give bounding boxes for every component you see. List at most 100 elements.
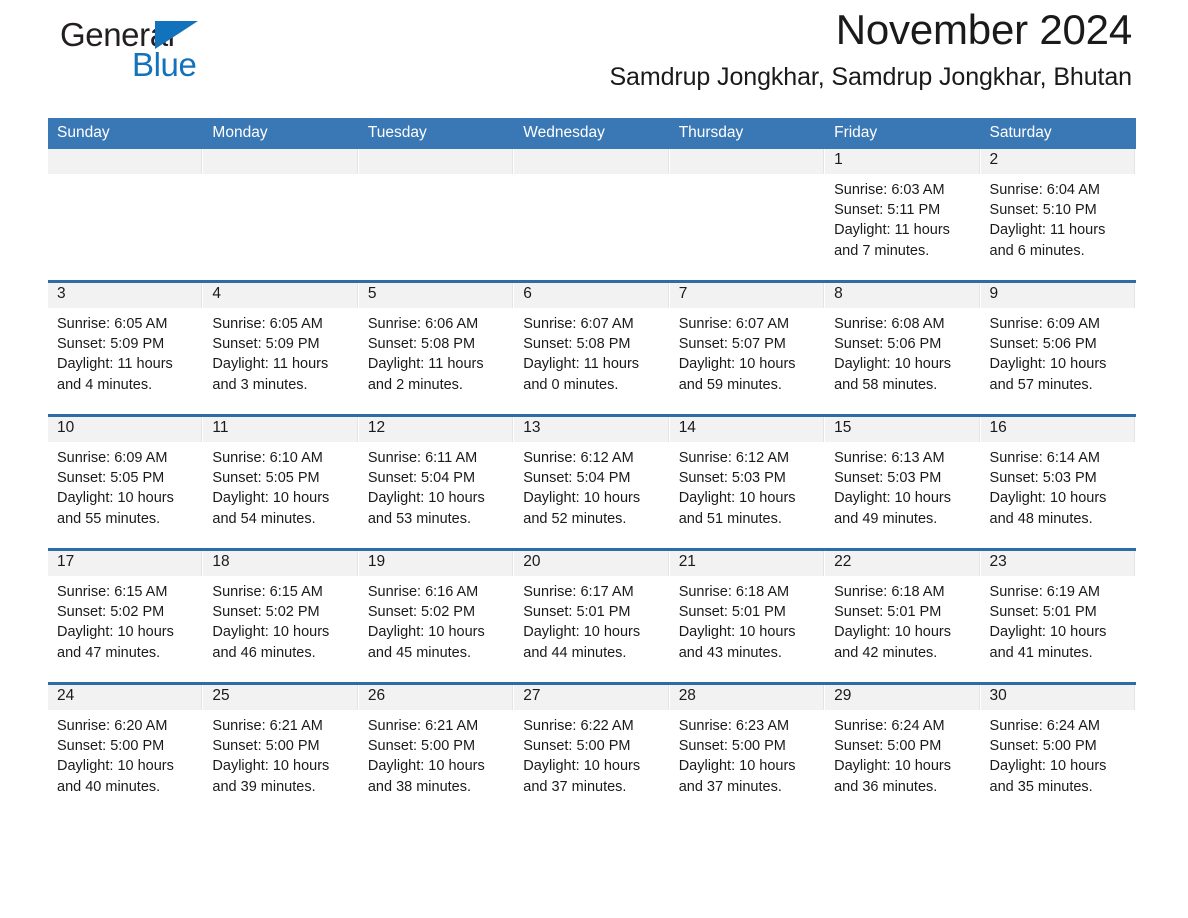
sunrise-text: Sunrise: 6:16 AM: [367, 584, 479, 600]
sunset-text: Sunset: 5:01 PM: [678, 604, 786, 621]
sunrise-text: Sunrise: 6:07 AM: [523, 316, 634, 332]
calendar-day-cell[interactable]: 23 Sunrise: 6:19 AM Sunset: 5:01 PM Dayligh…: [980, 551, 1136, 682]
page-title: November 2024: [835, 6, 1132, 53]
daylight-text-line2: and 2 minutes.: [367, 376, 463, 393]
calendar-day-cell[interactable]: 28 Sunrise: 6:23 AM Sunset: 5:00 PM Dayligh…: [669, 685, 826, 816]
sunrise-text: Sunrise: 6:05 AM: [212, 316, 323, 332]
sunrise-text: Sunrise: 6:22 AM: [523, 718, 634, 734]
day-details: Sunrise: 6:15 AM Sunset: 5:02 PM Daylight:…: [48, 576, 202, 663]
sunset-text: Sunset: 5:00 PM: [834, 738, 942, 755]
daylight-text-line1: Daylight: 10 hours: [367, 758, 485, 775]
calendar-week-row: 10 Sunrise: 6:09 AM Sunset: 5:05 PM Dayligh…: [48, 414, 1136, 550]
sunrise-text: Sunrise: 6:05 AM: [57, 316, 168, 332]
day-number: 8: [825, 283, 980, 308]
daylight-text-line1: Daylight: 10 hours: [989, 758, 1107, 775]
sunrise-text: Sunrise: 6:15 AM: [57, 584, 168, 600]
calendar-day-cell[interactable]: 27 Sunrise: 6:22 AM Sunset: 5:00 PM Dayligh…: [514, 685, 670, 816]
weekday-header-sunday: Sunday: [48, 118, 204, 149]
calendar-day-cell[interactable]: 12 Sunrise: 6:11 AM Sunset: 5:04 PM Dayligh…: [358, 417, 515, 548]
calendar-day-cell[interactable]: 13 Sunrise: 6:12 AM Sunset: 5:04 PM Dayligh…: [514, 417, 670, 548]
calendar-day-cell[interactable]: 19 Sunrise: 6:16 AM Sunset: 5:02 PM Dayligh…: [358, 551, 515, 682]
calendar-day-cell[interactable]: 14 Sunrise: 6:12 AM Sunset: 5:03 PM Dayligh…: [669, 417, 826, 548]
calendar-day-cell[interactable]: 5 Sunrise: 6:06 AM Sunset: 5:08 PM Daylight…: [358, 283, 515, 414]
calendar-cell-empty: [514, 149, 670, 280]
day-details: Sunrise: 6:05 AM Sunset: 5:09 PM Daylight:…: [203, 308, 357, 395]
day-details: Sunrise: 6:03 AM Sunset: 5:11 PM Daylight:…: [825, 174, 979, 261]
daylight-text-line2: and 54 minutes.: [212, 510, 316, 527]
sunset-text: Sunset: 5:00 PM: [678, 738, 786, 755]
sunrise-text: Sunrise: 6:10 AM: [212, 450, 323, 466]
day-number: [669, 149, 825, 174]
calendar-cell-empty: [203, 149, 359, 280]
day-number: 5: [358, 283, 514, 308]
daylight-text-line1: Daylight: 10 hours: [989, 490, 1107, 507]
daylight-text-line1: Daylight: 10 hours: [834, 758, 951, 775]
daylight-text-line2: and 37 minutes.: [523, 778, 627, 795]
calendar-cell-empty: [358, 149, 515, 280]
calendar-day-cell[interactable]: 21 Sunrise: 6:18 AM Sunset: 5:01 PM Dayligh…: [669, 551, 826, 682]
daylight-text-line1: Daylight: 11 hours: [523, 356, 640, 373]
calendar-day-cell[interactable]: 10 Sunrise: 6:09 AM Sunset: 5:05 PM Dayligh…: [48, 417, 204, 548]
sunset-text: Sunset: 5:01 PM: [834, 604, 942, 621]
calendar-day-cell[interactable]: 15 Sunrise: 6:13 AM Sunset: 5:03 PM Dayligh…: [825, 417, 981, 548]
calendar-week-row: 17 Sunrise: 6:15 AM Sunset: 5:02 PM Dayligh…: [48, 548, 1136, 684]
day-details: Sunrise: 6:19 AM Sunset: 5:01 PM Daylight:…: [981, 576, 1135, 663]
calendar-day-cell[interactable]: 8 Sunrise: 6:08 AM Sunset: 5:06 PM Daylight…: [825, 283, 981, 414]
calendar-day-cell[interactable]: 29 Sunrise: 6:24 AM Sunset: 5:00 PM Dayligh…: [825, 685, 981, 816]
calendar-day-cell[interactable]: 11 Sunrise: 6:10 AM Sunset: 5:05 PM Dayligh…: [203, 417, 359, 548]
daylight-text-line1: Daylight: 10 hours: [834, 624, 951, 641]
calendar-day-cell[interactable]: 3 Sunrise: 6:05 AM Sunset: 5:09 PM Daylight…: [48, 283, 204, 414]
daylight-text-line1: Daylight: 10 hours: [523, 758, 641, 775]
sunrise-text: Sunrise: 6:13 AM: [834, 450, 945, 466]
calendar-day-cell[interactable]: 16 Sunrise: 6:14 AM Sunset: 5:03 PM Dayligh…: [980, 417, 1136, 548]
sunset-text: Sunset: 5:06 PM: [834, 336, 942, 353]
sunset-text: Sunset: 5:09 PM: [212, 336, 320, 353]
daylight-text-line2: and 55 minutes.: [57, 510, 161, 527]
calendar-day-cell[interactable]: 30 Sunrise: 6:24 AM Sunset: 5:00 PM Dayligh…: [980, 685, 1136, 816]
day-details: [514, 174, 668, 180]
day-details: Sunrise: 6:21 AM Sunset: 5:00 PM Daylight:…: [359, 710, 513, 797]
sunset-text: Sunset: 5:10 PM: [989, 202, 1097, 219]
calendar-day-cell[interactable]: 9 Sunrise: 6:09 AM Sunset: 5:06 PM Daylight…: [980, 283, 1136, 414]
calendar-day-cell[interactable]: 7 Sunrise: 6:07 AM Sunset: 5:07 PM Daylight…: [669, 283, 826, 414]
day-details: Sunrise: 6:07 AM Sunset: 5:07 PM Daylight:…: [670, 308, 824, 395]
daylight-text-line2: and 46 minutes.: [212, 644, 316, 661]
day-details: [359, 174, 513, 180]
daylight-text-line1: Daylight: 11 hours: [989, 222, 1106, 239]
sunrise-text: Sunrise: 6:18 AM: [678, 584, 790, 600]
calendar-day-cell[interactable]: 22 Sunrise: 6:18 AM Sunset: 5:01 PM Dayligh…: [825, 551, 981, 682]
calendar-table: Sunday Monday Tuesday Wednesday Thursday…: [48, 118, 1136, 816]
calendar-day-cell[interactable]: 18 Sunrise: 6:15 AM Sunset: 5:02 PM Dayligh…: [203, 551, 359, 682]
sunset-text: Sunset: 5:01 PM: [523, 604, 631, 621]
calendar-day-cell[interactable]: 24 Sunrise: 6:20 AM Sunset: 5:00 PM Dayligh…: [48, 685, 204, 816]
daylight-text-line1: Daylight: 11 hours: [212, 356, 329, 373]
calendar-day-cell[interactable]: 2 Sunrise: 6:04 AM Sunset: 5:10 PM Daylight…: [980, 149, 1136, 280]
calendar-day-cell[interactable]: 6 Sunrise: 6:07 AM Sunset: 5:08 PM Daylight…: [514, 283, 670, 414]
sunset-text: Sunset: 5:09 PM: [57, 336, 165, 353]
sunrise-text: Sunrise: 6:20 AM: [57, 718, 168, 734]
day-number: 6: [514, 283, 669, 308]
daylight-text-line2: and 36 minutes.: [834, 778, 938, 795]
weekday-header-tuesday: Tuesday: [358, 118, 515, 149]
calendar-day-cell[interactable]: 26 Sunrise: 6:21 AM Sunset: 5:00 PM Dayligh…: [358, 685, 515, 816]
sunrise-text: Sunrise: 6:12 AM: [523, 450, 634, 466]
sunset-text: Sunset: 5:08 PM: [523, 336, 631, 353]
day-number: [48, 149, 203, 174]
daylight-text-line1: Daylight: 10 hours: [523, 490, 641, 507]
calendar-day-cell[interactable]: 17 Sunrise: 6:15 AM Sunset: 5:02 PM Dayligh…: [48, 551, 204, 682]
sunrise-text: Sunrise: 6:07 AM: [678, 316, 790, 332]
day-number: 10: [48, 417, 203, 442]
day-number: 19: [358, 551, 514, 576]
sunset-text: Sunset: 5:00 PM: [57, 738, 165, 755]
calendar-day-cell[interactable]: 25 Sunrise: 6:21 AM Sunset: 5:00 PM Dayligh…: [203, 685, 359, 816]
daylight-text-line2: and 57 minutes.: [989, 376, 1093, 393]
calendar-day-cell[interactable]: 4 Sunrise: 6:05 AM Sunset: 5:09 PM Daylight…: [203, 283, 359, 414]
generalblue-logo[interactable]: General Blue: [60, 16, 260, 88]
day-number: 26: [358, 685, 514, 710]
calendar-day-cell[interactable]: 1 Sunrise: 6:03 AM Sunset: 5:11 PM Daylight…: [825, 149, 981, 280]
calendar-day-cell[interactable]: 20 Sunrise: 6:17 AM Sunset: 5:01 PM Dayligh…: [514, 551, 670, 682]
day-details: Sunrise: 6:11 AM Sunset: 5:04 PM Daylight:…: [359, 442, 513, 529]
day-details: Sunrise: 6:04 AM Sunset: 5:10 PM Daylight:…: [981, 174, 1135, 261]
sunrise-text: Sunrise: 6:23 AM: [678, 718, 790, 734]
daylight-text-line2: and 35 minutes.: [989, 778, 1093, 795]
